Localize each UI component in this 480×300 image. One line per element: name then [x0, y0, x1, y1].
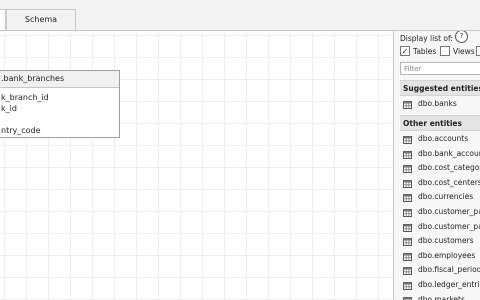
table-icon	[403, 296, 412, 300]
entity-list-item[interactable]: dbo.fiscal_periods	[400, 263, 480, 277]
table-icon	[403, 281, 412, 290]
tables-checkbox-label: Tables	[413, 47, 437, 56]
entity-list-item-label: dbo.customers	[418, 236, 474, 246]
table-icon	[403, 193, 412, 203]
entity-list-item[interactable]: dbo.customer_paym	[400, 220, 480, 234]
entity-list-item-label: dbo.currencies	[418, 192, 474, 202]
table-icon	[403, 252, 412, 261]
entity-field: k_branch_id	[1, 93, 49, 102]
table-icon	[403, 179, 412, 188]
table-icon	[403, 150, 412, 159]
entity-fields: k_branch_id k_id ntry_code	[0, 88, 119, 136]
entity-list-item-label: dbo.markets	[418, 294, 465, 300]
tables-checkbox[interactable]: ✓	[400, 46, 410, 56]
entities-panel: Display list of: ? ✓ Tables Views Sugges…	[393, 31, 480, 300]
help-icon[interactable]: ?	[455, 31, 468, 43]
entity-list-item[interactable]: dbo.banks	[400, 97, 480, 111]
entity-list-item-label: dbo.cost_centers	[418, 177, 480, 187]
entity-field	[0, 114, 119, 125]
entity-list-item-label: dbo.bank_accounts	[418, 148, 480, 158]
entity-field: ntry_code	[1, 126, 41, 135]
entity-list-item[interactable]: dbo.customers	[400, 234, 480, 248]
entity-list-item[interactable]: dbo.ledger_entries	[400, 278, 480, 292]
table-icon	[403, 223, 412, 232]
more-checkbox[interactable]	[476, 46, 480, 56]
other-entities-header: Other entities	[400, 115, 480, 131]
entity-list-item[interactable]: dbo.customer_paym	[400, 205, 480, 219]
table-icon	[403, 100, 412, 109]
tab-schema-changes[interactable]: Schema Changes	[6, 9, 76, 44]
views-checkbox-label: Views	[453, 47, 475, 56]
entity-list-item[interactable]: dbo.cost_centers	[400, 176, 480, 190]
entity-list-item[interactable]: dbo.employees	[400, 249, 480, 263]
filter-input[interactable]	[400, 62, 480, 75]
entity-list-item-label: dbo.banks	[418, 99, 457, 108]
entity-list-item[interactable]: dbo.markets	[400, 293, 480, 300]
entity-box[interactable]: .bank_branches k_branch_id k_id ntry_cod…	[0, 70, 120, 138]
views-checkbox[interactable]	[440, 46, 450, 56]
entity-list-item-label: dbo.fiscal_periods	[418, 265, 480, 275]
entity-list-item[interactable]: dbo.accounts	[400, 132, 480, 146]
entity-list-item[interactable]: dbo.cost_categories	[400, 161, 480, 175]
entity-list-item-label: dbo.ledger_entries	[418, 280, 480, 289]
entity-field: k_id	[1, 104, 17, 113]
entity-list-item-label: dbo.customer_paym	[418, 207, 480, 216]
entity-list-item-label: dbo.cost_categories	[418, 163, 480, 173]
diagram-canvas[interactable]: .bank_branches k_branch_id k_id ntry_cod…	[0, 31, 393, 300]
table-icon	[403, 164, 412, 174]
entity-list-item[interactable]: dbo.bank_accounts	[400, 147, 480, 161]
table-icon	[403, 237, 412, 247]
entity-list-item-label: dbo.employees	[418, 250, 476, 260]
table-icon	[403, 208, 412, 217]
table-icon	[403, 135, 412, 144]
entity-title: .bank_branches	[0, 71, 119, 88]
display-list-label: Display list of:	[400, 34, 453, 43]
entity-list-item[interactable]: dbo.currencies	[400, 190, 480, 204]
entity-list-item-label: dbo.customer_paym	[418, 221, 480, 231]
entity-list-item-label: dbo.accounts	[418, 134, 469, 143]
suggested-entities-header: Suggested entities	[400, 80, 480, 96]
tab-strip: Schema Changes	[0, 0, 480, 44]
table-icon	[403, 266, 412, 276]
